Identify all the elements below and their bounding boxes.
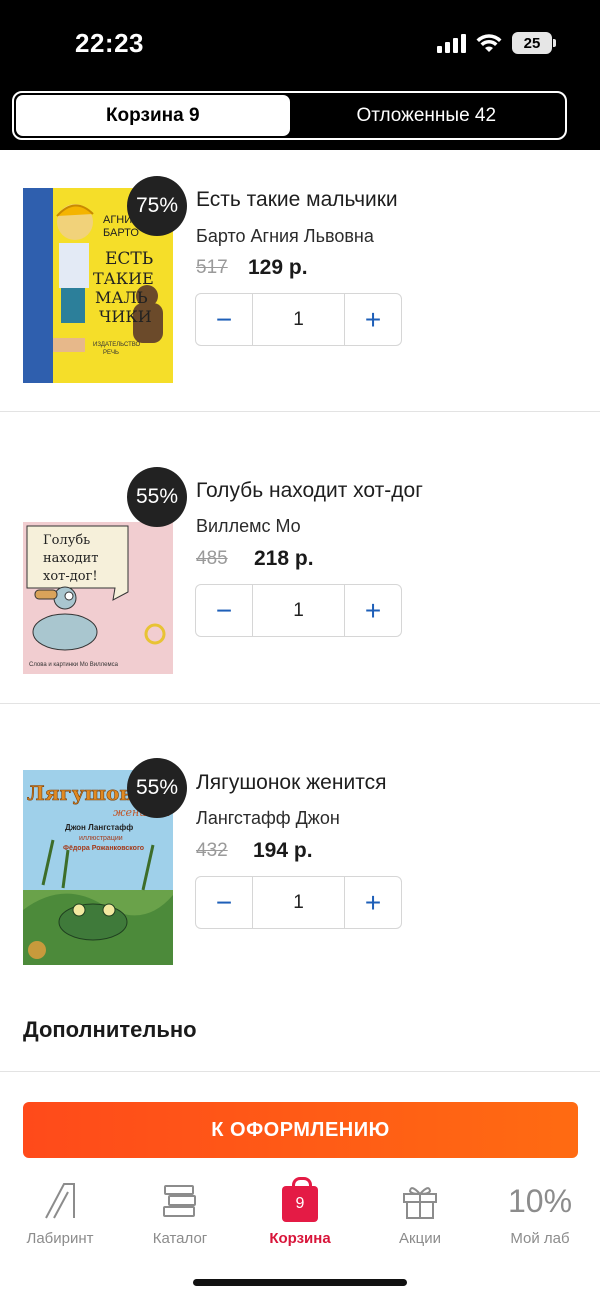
svg-text:ЧИКИ: ЧИКИ (99, 307, 152, 326)
cart-count-badge: 9 (282, 1177, 318, 1222)
svg-text:ЕСТЬ: ЕСТЬ (105, 249, 153, 269)
discount-badge: 75% (127, 176, 187, 236)
tabbar-item-labirint[interactable]: Лабиринт (0, 1180, 120, 1247)
checkout-button[interactable]: К ОФОРМЛЕНИЮ (23, 1102, 578, 1158)
quantity-stepper: − 1 + (195, 293, 402, 346)
current-price: 194 р. (253, 839, 313, 862)
discount-badge: 55% (127, 758, 187, 818)
svg-text:Слова и картинки Мо Виллемса: Слова и картинки Мо Виллемса (29, 662, 119, 668)
tabbar-item-my-lab[interactable]: 10% Мой лаб (480, 1180, 600, 1248)
decrease-quantity-button[interactable]: − (196, 877, 252, 928)
tabbar-item-promotions[interactable]: Акции (360, 1180, 480, 1247)
book-title[interactable]: Голубь находит хот-дог (196, 479, 423, 503)
svg-text:хот-дог!: хот-дог! (43, 569, 98, 584)
cellular-signal-icon (437, 33, 466, 53)
tabbar-label: Лабиринт (26, 1230, 94, 1247)
current-price: 129 р. (248, 256, 308, 279)
svg-text:БАРТО: БАРТО (103, 227, 139, 239)
status-icons: 25 (437, 32, 556, 54)
current-price: 218 р. (254, 547, 314, 570)
quantity-stepper: − 1 + (195, 584, 402, 637)
increase-quantity-button[interactable]: + (345, 585, 401, 636)
old-price: 517 (196, 257, 228, 278)
quantity-value[interactable]: 1 (252, 585, 345, 636)
svg-text:Джон Лангстафф: Джон Лангстафф (65, 823, 133, 832)
quantity-stepper: − 1 + (195, 876, 402, 929)
cart-item: Голубь находит хот-дог! Слова и картинки… (0, 412, 600, 704)
status-time: 22:23 (75, 28, 144, 58)
svg-text:МАЛЬ: МАЛЬ (95, 288, 148, 307)
personal-discount-value: 10% (507, 1182, 573, 1219)
tabbar-label: Акции (399, 1230, 441, 1247)
book-title[interactable]: Лягушонок женится (196, 771, 386, 795)
decrease-quantity-button[interactable]: − (196, 294, 252, 345)
tabbar-label: Каталог (152, 1230, 208, 1247)
divider (0, 1071, 600, 1072)
book-author: Барто Агния Львовна (196, 226, 374, 246)
book-author: Лангстафф Джон (196, 808, 340, 828)
tabbar-item-cart[interactable]: 9 Корзина (240, 1177, 360, 1247)
labirint-logo-icon (40, 1180, 80, 1222)
svg-text:Фёдора Рожанковского: Фёдора Рожанковского (63, 845, 144, 852)
increase-quantity-button[interactable]: + (345, 877, 401, 928)
book-author: Виллемс Мо (196, 516, 301, 536)
additional-section-title[interactable]: Дополнительно (23, 1017, 197, 1043)
battery-icon: 25 (512, 32, 556, 54)
quantity-value[interactable]: 1 (252, 294, 345, 345)
svg-text:ИЗДАТЕЛЬСТВО: ИЗДАТЕЛЬСТВО (93, 342, 141, 348)
tabbar-label: Мой лаб (510, 1230, 570, 1247)
book-cover-image[interactable]: Голубь находит хот-дог! Слова и картинки… (23, 522, 173, 674)
home-indicator (193, 1279, 407, 1286)
shopping-bag-icon: 9 (282, 1177, 318, 1222)
svg-text:ТАКИЕ: ТАКИЕ (93, 269, 154, 288)
decrease-quantity-button[interactable]: − (196, 585, 252, 636)
svg-text:иллюстрации: иллюстрации (79, 835, 123, 842)
tabbar-label: Корзина (269, 1230, 331, 1247)
old-price: 432 (196, 840, 228, 861)
wifi-icon (476, 34, 502, 52)
old-price: 485 (196, 548, 228, 569)
increase-quantity-button[interactable]: + (345, 294, 401, 345)
svg-text:РЕЧЬ: РЕЧЬ (103, 350, 119, 356)
tabbar-item-catalog[interactable]: Каталог (120, 1180, 240, 1247)
percent-icon: 10% (508, 1180, 572, 1222)
svg-text:Голубь: Голубь (43, 533, 90, 548)
cart-item: Лягушонок женится Джон Лангстафф иллюстр… (0, 704, 600, 996)
svg-text:находит: находит (43, 551, 98, 566)
cart-item: АГНИЯ БАРТО ЕСТЬ ТАКИЕ МАЛЬ ЧИКИ ИЗДАТЕЛ… (0, 120, 600, 412)
gift-icon (401, 1180, 439, 1222)
book-cover-art: Голубь находит хот-дог! Слова и картинки… (23, 522, 173, 674)
quantity-value[interactable]: 1 (252, 877, 345, 928)
books-stack-icon (161, 1180, 199, 1222)
discount-badge: 55% (127, 467, 187, 527)
book-title[interactable]: Есть такие мальчики (196, 188, 398, 212)
